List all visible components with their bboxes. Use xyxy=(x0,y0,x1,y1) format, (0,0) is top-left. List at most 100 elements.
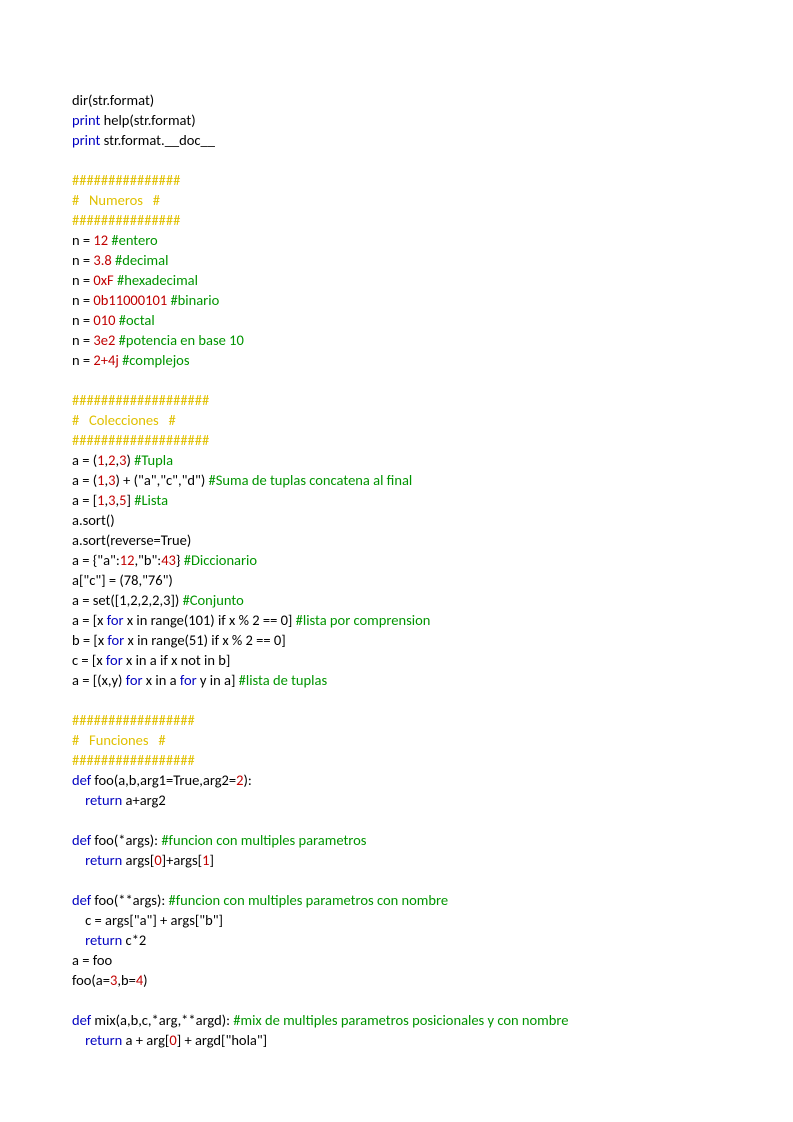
token-kw: return xyxy=(85,1031,122,1049)
token-num: 1 xyxy=(97,491,104,509)
token-kw: def xyxy=(72,831,91,849)
token-cmt: #entero xyxy=(111,231,157,249)
code-line: ################### xyxy=(72,390,721,410)
code-line: dir(str.format) xyxy=(72,90,721,110)
token-txt: a + arg[ xyxy=(122,1031,169,1049)
token-txt: n = xyxy=(72,311,93,329)
code-line xyxy=(72,690,721,710)
token-cmt: #Suma de tuplas concatena al final xyxy=(209,471,413,489)
code-line: ############### xyxy=(72,210,721,230)
token-txt: a = {"a": xyxy=(72,551,120,569)
token-num: 0 xyxy=(169,1031,176,1049)
token-cmt: #mix de multiples parametros posicionale… xyxy=(233,1011,568,1029)
token-txt xyxy=(72,851,85,869)
token-txt: help(str.format) xyxy=(100,111,195,129)
code-line: def foo(a,b,arg1=True,arg2=2): xyxy=(72,770,721,790)
token-txt xyxy=(72,791,85,809)
token-txt: ] + argd["hola"] xyxy=(177,1031,267,1049)
token-cmt: #Diccionario xyxy=(184,551,257,569)
token-hash: ################### xyxy=(72,431,209,449)
token-txt: a = [(x,y) xyxy=(72,671,126,689)
code-line: def mix(a,b,c,*arg,**argd): #mix de mult… xyxy=(72,1010,721,1030)
token-hash: # Funciones # xyxy=(72,731,166,749)
code-line: a = {"a":12,"b":43} #Diccionario xyxy=(72,550,721,570)
token-cmt: #octal xyxy=(119,311,155,329)
code-page: dir(str.format)print help(str.format)pri… xyxy=(0,0,793,1122)
token-cmt: #binario xyxy=(170,291,219,309)
token-txt: n = xyxy=(72,291,93,309)
token-cmt: #decimal xyxy=(115,251,168,269)
token-num: 0xF xyxy=(93,271,113,289)
token-txt xyxy=(72,1031,85,1049)
token-num: 43 xyxy=(161,551,176,569)
token-num: 3e2 xyxy=(93,331,115,349)
code-line: return a+arg2 xyxy=(72,790,721,810)
token-num: 3.8 xyxy=(93,251,111,269)
code-line: # Funciones # xyxy=(72,730,721,750)
token-txt: x in range(101) if x % 2 == 0] xyxy=(124,611,296,629)
code-line: ############### xyxy=(72,170,721,190)
token-txt: a+arg2 xyxy=(122,791,165,809)
token-cmt: #complejos xyxy=(122,351,189,369)
token-txt: n = xyxy=(72,251,93,269)
code-line: print help(str.format) xyxy=(72,110,721,130)
token-txt: a.sort() xyxy=(72,511,115,529)
code-line: return a + arg[0] + argd["hola"] xyxy=(72,1030,721,1050)
token-cmt: #lista por comprension xyxy=(296,611,431,629)
code-line: c = args["a"] + args["b"] xyxy=(72,910,721,930)
token-hash: ################### xyxy=(72,391,209,409)
code-line: a = (1,3) + ("a","c","d") #Suma de tupla… xyxy=(72,470,721,490)
token-kw: print xyxy=(72,131,100,149)
code-line: a = (1,2,3) #Tupla xyxy=(72,450,721,470)
code-line: a = [1,3,5] #Lista xyxy=(72,490,721,510)
token-num: 5 xyxy=(119,491,126,509)
token-kw: return xyxy=(85,931,122,949)
token-txt: x in a if x not in b] xyxy=(123,651,231,669)
token-txt: b = [x xyxy=(72,631,107,649)
token-txt: a["c"] = (78,"76") xyxy=(72,571,173,589)
token-cmt: #potencia en base 10 xyxy=(119,331,244,349)
code-line: a = foo xyxy=(72,950,721,970)
token-cmt: #funcion con multiples parametros xyxy=(161,831,366,849)
token-txt: ,"b": xyxy=(134,551,161,569)
token-txt: args[ xyxy=(122,851,154,869)
code-line xyxy=(72,810,721,830)
token-hash: # Numeros # xyxy=(72,191,160,209)
token-txt: n = xyxy=(72,271,93,289)
code-line: ################# xyxy=(72,710,721,730)
code-block: dir(str.format)print help(str.format)pri… xyxy=(72,90,721,1050)
code-line: a.sort() xyxy=(72,510,721,530)
token-num: 0b11000101 xyxy=(93,291,167,309)
token-txt: a = [x xyxy=(72,611,107,629)
code-line: a = [x for x in range(101) if x % 2 == 0… xyxy=(72,610,721,630)
token-num: 12 xyxy=(93,231,108,249)
token-cmt: #hexadecimal xyxy=(117,271,198,289)
code-line: def foo(**args): #funcion con multiples … xyxy=(72,890,721,910)
token-kw: return xyxy=(85,791,122,809)
code-line: # Numeros # xyxy=(72,190,721,210)
code-line: c = [x for x in a if x not in b] xyxy=(72,650,721,670)
token-num: 2+4j xyxy=(93,351,118,369)
token-kw: def xyxy=(72,771,91,789)
token-txt: c*2 xyxy=(122,931,146,949)
code-line xyxy=(72,150,721,170)
token-hash: ############### xyxy=(72,211,180,229)
token-num: 3 xyxy=(108,491,115,509)
token-kw: for xyxy=(126,671,143,689)
token-txt: foo(*args): xyxy=(91,831,161,849)
code-line: def foo(*args): #funcion con multiples p… xyxy=(72,830,721,850)
code-line: n = 3.8 #decimal xyxy=(72,250,721,270)
token-txt: a = ( xyxy=(72,471,97,489)
code-line: n = 010 #octal xyxy=(72,310,721,330)
token-txt: a = ( xyxy=(72,451,97,469)
token-kw: print xyxy=(72,111,100,129)
code-line: n = 0xF #hexadecimal xyxy=(72,270,721,290)
token-kw: for xyxy=(107,631,124,649)
code-line: a = set([1,2,2,2,3]) #Conjunto xyxy=(72,590,721,610)
token-txt: foo(a,b,arg1=True,arg2= xyxy=(91,771,236,789)
token-cmt: #lista de tuplas xyxy=(239,671,327,689)
code-line: b = [x for x in range(51) if x % 2 == 0] xyxy=(72,630,721,650)
token-txt: y in a] xyxy=(197,671,239,689)
code-line xyxy=(72,370,721,390)
token-txt: dir(str.format) xyxy=(72,91,154,109)
